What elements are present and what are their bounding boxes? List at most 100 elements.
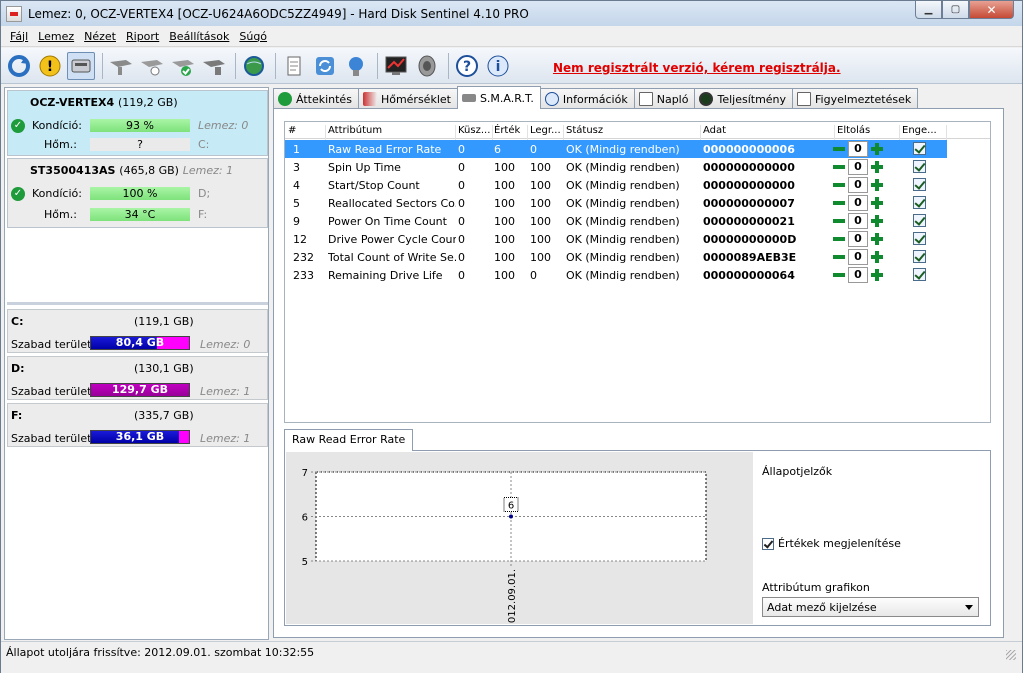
col-threshold[interactable]: Küsz... (458, 125, 493, 140)
decrement-icon[interactable] (831, 141, 847, 157)
volume-item-c[interactable]: C: (119,1 GB) Szabad terület 80,4 GB Lem… (7, 309, 268, 353)
disk-tool-4-button[interactable] (200, 52, 228, 80)
col-status[interactable]: Státusz (566, 125, 701, 140)
enable-checkbox[interactable] (913, 214, 926, 227)
col-worst[interactable]: Legr... (530, 125, 564, 140)
offset-value[interactable]: 0 (848, 267, 868, 283)
disk-tool-2-button[interactable] (138, 52, 166, 80)
free-space-value: 80,4 GB (115, 336, 165, 349)
refresh-button[interactable] (5, 52, 33, 80)
decrement-icon[interactable] (831, 195, 847, 211)
offset-value[interactable]: 0 (848, 249, 868, 265)
offset-value[interactable]: 0 (848, 177, 868, 193)
col-attribute[interactable]: Attribútum (328, 125, 456, 140)
table-row[interactable]: 1 Raw Read Error Rate 0 6 0 OK (Mindig rendbe… (285, 140, 947, 158)
enable-checkbox[interactable] (913, 142, 926, 155)
decrement-icon[interactable] (831, 159, 847, 175)
tab-performance[interactable]: Teljesítmény (694, 88, 794, 109)
cell-attribute: Drive Power Cycle Count (328, 233, 456, 246)
pane-splitter[interactable] (7, 302, 268, 305)
menu-settings[interactable]: Beállítások (169, 30, 229, 43)
show-values-checkbox[interactable] (762, 537, 774, 550)
tab-overview[interactable]: Áttekintés (273, 88, 359, 109)
enable-checkbox[interactable] (913, 268, 926, 281)
attribute-chart-tab[interactable]: Raw Read Error Rate (284, 429, 414, 451)
menu-report[interactable]: Riport (126, 30, 159, 43)
table-row[interactable]: 12 Drive Power Cycle Count 0 100 100 OK (Mind… (285, 230, 947, 248)
show-values-checkbox-row[interactable]: Értékek megjelenítése (762, 537, 901, 550)
increment-icon[interactable] (869, 195, 885, 211)
enable-checkbox[interactable] (913, 232, 926, 245)
disk-view-button[interactable] (67, 51, 95, 80)
enable-checkbox[interactable] (913, 250, 926, 263)
col-id[interactable]: # (288, 125, 326, 140)
offset-value[interactable]: 0 (848, 159, 868, 175)
close-button[interactable]: ✕ (969, 1, 1014, 19)
col-value[interactable]: Érték (494, 125, 528, 140)
minimize-button[interactable]: ▁ (915, 1, 942, 19)
increment-icon[interactable] (869, 177, 885, 193)
offset-value[interactable]: 0 (848, 141, 868, 157)
disk-tool-1-button[interactable] (107, 52, 135, 80)
increment-icon[interactable] (869, 249, 885, 265)
graph-button[interactable] (382, 52, 410, 80)
volume-item-f[interactable]: F: (335,7 GB) Szabad terület 36,1 GB Lem… (7, 403, 268, 447)
free-space-label: Szabad terület (11, 385, 92, 398)
resize-grip-icon[interactable] (1006, 650, 1016, 660)
decrement-icon[interactable] (831, 177, 847, 193)
increment-icon[interactable] (869, 267, 885, 283)
table-row[interactable]: 9 Power On Time Count 0 100 100 OK (Mindig re… (285, 212, 947, 230)
menu-file[interactable]: Fájl (10, 30, 28, 43)
table-row[interactable]: 233 Remaining Drive Life 0 100 0 OK (Mindig r… (285, 266, 947, 284)
sound-button[interactable] (413, 52, 441, 80)
increment-icon[interactable] (869, 159, 885, 175)
enable-checkbox[interactable] (913, 160, 926, 173)
menu-view[interactable]: Nézet (84, 30, 116, 43)
sync-icon (316, 56, 334, 75)
table-row[interactable]: 5 Reallocated Sectors Co... 0 100 100 OK (Min… (285, 194, 947, 212)
enable-checkbox[interactable] (913, 178, 926, 191)
disk-item-0[interactable]: OCZ-VERTEX4 (119,2 GB) ✓ Kondíció: 93 % … (7, 90, 268, 156)
increment-icon[interactable] (869, 231, 885, 247)
tab-log[interactable]: Napló (633, 88, 696, 109)
tab-smart[interactable]: S.M.A.R.T. (456, 86, 541, 109)
tab-temperature[interactable]: Hőmérséklet (357, 88, 458, 109)
offset-value[interactable]: 0 (848, 195, 868, 211)
table-row[interactable]: 4 Start/Stop Count 0 100 100 OK (Mindig rendb… (285, 176, 947, 194)
sync-button[interactable] (311, 52, 339, 80)
network-button[interactable] (342, 52, 370, 80)
table-row[interactable]: 3 Spin Up Time 0 100 100 OK (Mindig rendben) 0… (285, 158, 947, 176)
alert-button[interactable]: ! (36, 52, 64, 80)
menu-help[interactable]: Súgó (239, 30, 267, 43)
tab-alerts[interactable]: Figyelmeztetések (792, 88, 919, 109)
col-enable[interactable]: Enge... (902, 125, 947, 140)
maximize-button[interactable]: ▢ (942, 1, 969, 19)
col-data[interactable]: Adat (703, 125, 835, 140)
offset-value[interactable]: 0 (848, 213, 868, 229)
attribute-graph-select[interactable]: Adat mező kijelzése (762, 597, 979, 617)
report-button[interactable] (280, 52, 308, 80)
table-row[interactable]: 232 Total Count of Write Se... 0 100 100 OK (… (285, 248, 947, 266)
drive-letter-label: F: (198, 208, 208, 221)
increment-icon[interactable] (869, 141, 885, 157)
offset-value[interactable]: 0 (848, 231, 868, 247)
increment-icon[interactable] (869, 213, 885, 229)
register-link[interactable]: Nem regisztrált verzió, kérem regisztrál… (553, 61, 841, 75)
decrement-icon[interactable] (831, 231, 847, 247)
enable-checkbox[interactable] (913, 196, 926, 209)
tab-information[interactable]: Információk (539, 88, 635, 109)
decrement-icon[interactable] (831, 267, 847, 283)
disk-name: OCZ-VERTEX4 (30, 96, 115, 109)
cell-status: OK (Mindig rendben) (566, 161, 680, 174)
globe-button[interactable] (240, 52, 268, 80)
info-button[interactable]: i (484, 52, 512, 80)
decrement-icon[interactable] (831, 249, 847, 265)
disk-item-1[interactable]: ST3500413AS (465,8 GB) Lemez: 1 ✓ Kondíc… (7, 158, 268, 228)
disk-tool-3-button[interactable] (169, 52, 197, 80)
help-button[interactable]: ? (453, 52, 481, 80)
offset-stepper: 0 (831, 249, 885, 265)
col-offset[interactable]: Eltolás (837, 125, 900, 140)
decrement-icon[interactable] (831, 213, 847, 229)
volume-item-d[interactable]: D: (130,1 GB) Szabad terület 129,7 GB Le… (7, 356, 268, 400)
menu-disk[interactable]: Lemez (38, 30, 74, 43)
